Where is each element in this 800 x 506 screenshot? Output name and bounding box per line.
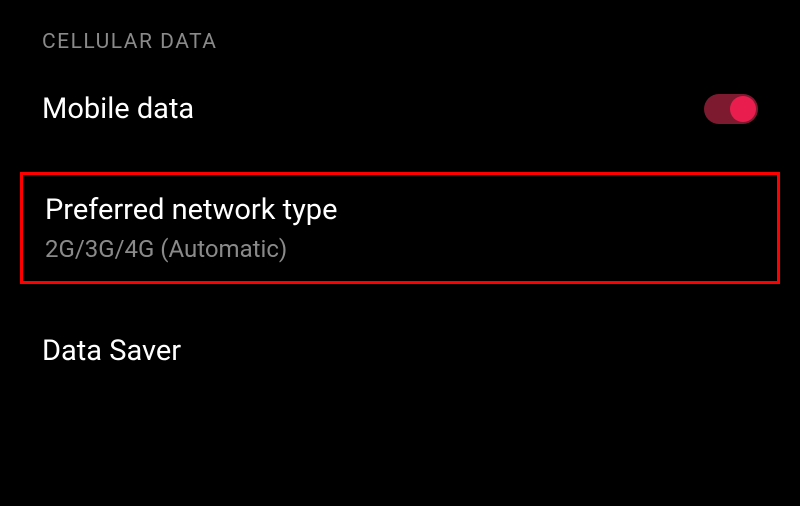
data-saver-row[interactable]: Data Saver: [0, 302, 800, 400]
section-header: CELLULAR DATA: [0, 0, 800, 64]
preferred-network-row[interactable]: Preferred network type 2G/3G/4G (Automat…: [20, 172, 780, 284]
mobile-data-label: Mobile data: [42, 92, 194, 126]
mobile-data-row[interactable]: Mobile data: [0, 64, 800, 154]
preferred-network-label: Preferred network type: [45, 193, 755, 227]
toggle-thumb: [730, 96, 756, 122]
settings-container: CELLULAR DATA Mobile data Preferred netw…: [0, 0, 800, 400]
data-saver-label: Data Saver: [42, 334, 181, 368]
preferred-network-value: 2G/3G/4G (Automatic): [45, 235, 755, 263]
mobile-data-toggle[interactable]: [704, 94, 758, 124]
